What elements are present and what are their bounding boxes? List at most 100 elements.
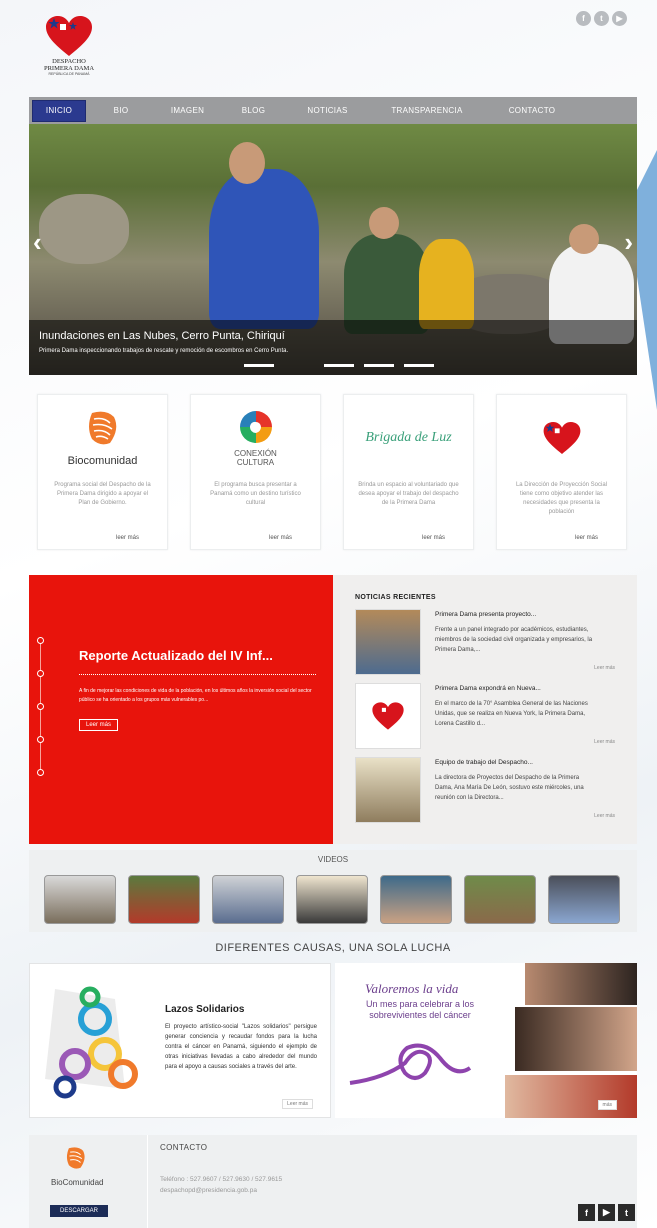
contact-info: Teléfono : 527.9607 / 527.9630 / 527.961… bbox=[160, 1174, 282, 1196]
news-item[interactable]: Primera Dama expondrá en Nueva... En el … bbox=[355, 683, 625, 751]
news-panel: NOTICIAS RECIENTES Primera Dama presenta… bbox=[333, 575, 637, 844]
valor-photo bbox=[525, 963, 637, 1005]
valor-title: Valoremos la vida bbox=[365, 981, 459, 996]
valoremos-card[interactable]: Valoremos la vida Un mes para celebrar a… bbox=[335, 963, 637, 1118]
nav-item-blog[interactable]: BLOG bbox=[219, 97, 288, 124]
program-cards: Biocomunidad Programa social del Despach… bbox=[37, 394, 637, 550]
card-read-more[interactable]: leer más bbox=[116, 535, 139, 541]
card-read-more[interactable]: leer más bbox=[422, 535, 445, 541]
video-thumb[interactable] bbox=[296, 875, 368, 924]
lazos-solidarios-card[interactable]: Lazos Solidarios El proyecto artístico-s… bbox=[29, 963, 331, 1118]
news-thumb[interactable] bbox=[355, 757, 421, 823]
card-read-more[interactable]: leer más bbox=[269, 535, 292, 541]
footer-logo[interactable]: BioComunidad bbox=[51, 1145, 104, 1187]
card-conexion-cultura[interactable]: CONEXIÓN CULTURA El programa busca prese… bbox=[190, 394, 321, 550]
news-title[interactable]: Equipo de trabajo del Despacho... bbox=[435, 759, 533, 766]
facebook-icon[interactable]: f bbox=[578, 1204, 595, 1221]
slider-photo-head bbox=[569, 224, 599, 254]
hero-slider[interactable]: ‹ › Inundaciones en Las Nubes, Cerro Pun… bbox=[29, 124, 637, 375]
news-item[interactable]: Equipo de trabajo del Despacho... La dir… bbox=[355, 757, 625, 825]
slider-dot[interactable] bbox=[364, 364, 394, 367]
news-title[interactable]: Primera Dama expondrá en Nueva... bbox=[435, 685, 541, 692]
valor-read-more[interactable]: más bbox=[597, 1100, 617, 1110]
slider-photo-head bbox=[229, 142, 265, 184]
valor-text: Un mes para celebrar a los sobreviviente… bbox=[365, 999, 475, 1020]
footer: BioComunidad DESCARGAR CONTACTO Teléfono… bbox=[29, 1135, 637, 1228]
twitter-icon[interactable]: t bbox=[618, 1204, 635, 1221]
nav-item-bio[interactable]: BIO bbox=[86, 97, 156, 124]
video-thumb[interactable] bbox=[380, 875, 452, 924]
contact-email[interactable]: despachopd@presidencia.gob.pa bbox=[160, 1185, 282, 1196]
lazos-art-icon bbox=[45, 986, 138, 1099]
video-thumb[interactable] bbox=[212, 875, 284, 924]
news-title[interactable]: Primera Dama presenta proyecto... bbox=[435, 611, 536, 618]
site-logo[interactable]: DESPACHO PRIMERA DAMA REPÚBLICA DE PANAM… bbox=[39, 14, 99, 84]
slider-photo-head bbox=[369, 207, 399, 239]
timeline-dot[interactable] bbox=[37, 637, 44, 644]
nav-item-inicio[interactable]: INICIO bbox=[32, 99, 86, 122]
news-read-more[interactable]: Leer más bbox=[594, 813, 615, 819]
timeline-dot[interactable] bbox=[37, 736, 44, 743]
slider-title: Inundaciones en Las Nubes, Cerro Punta, … bbox=[39, 330, 285, 342]
causas-heading: DIFERENTES CAUSAS, UNA SOLA LUCHA bbox=[215, 942, 451, 954]
heart-logo-icon bbox=[543, 422, 580, 454]
news-thumb[interactable] bbox=[355, 609, 421, 675]
card-brigada-de-luz[interactable]: Brigada de Luz Brinda un espacio al volu… bbox=[343, 394, 474, 550]
news-thumb[interactable] bbox=[355, 683, 421, 749]
timeline-dot[interactable] bbox=[37, 670, 44, 677]
youtube-icon[interactable]: ▶ bbox=[612, 11, 627, 26]
informe-text: A fin de mejorar las condiciones de vida… bbox=[79, 688, 312, 703]
download-button[interactable]: DESCARGAR bbox=[50, 1205, 108, 1217]
heart-logo-icon bbox=[372, 702, 404, 730]
slider-dot[interactable] bbox=[324, 364, 354, 367]
news-item[interactable]: Primera Dama presenta proyecto... Frente… bbox=[355, 609, 625, 677]
biocomunidad-icon bbox=[66, 1147, 85, 1169]
slider-prev-icon[interactable]: ‹ bbox=[33, 227, 42, 258]
video-thumb[interactable] bbox=[548, 875, 620, 924]
video-thumb[interactable] bbox=[44, 875, 116, 924]
video-thumb[interactable] bbox=[464, 875, 536, 924]
card-read-more[interactable]: leer más bbox=[575, 535, 598, 541]
valor-photo bbox=[515, 1007, 637, 1071]
twitter-icon[interactable]: t bbox=[594, 11, 609, 26]
news-desc: En el marco de la 70° Asamblea General d… bbox=[435, 701, 588, 727]
logo-line1: DESPACHO bbox=[52, 58, 86, 65]
ribbon-heart-icon bbox=[349, 1043, 472, 1085]
biocomunidad-icon bbox=[88, 411, 116, 445]
footer-brand: BioComunidad bbox=[51, 1178, 104, 1187]
contact-phone: Teléfono : 527.9607 / 527.9630 / 527.961… bbox=[160, 1176, 283, 1183]
slider-next-icon[interactable]: › bbox=[624, 227, 633, 258]
news-read-more[interactable]: Leer más bbox=[594, 665, 615, 671]
card-logo bbox=[497, 403, 626, 473]
lazos-title: Lazos Solidarios bbox=[165, 1004, 245, 1015]
youtube-icon[interactable]: ▶ bbox=[598, 1204, 615, 1221]
video-thumb[interactable] bbox=[128, 875, 200, 924]
lazos-read-more[interactable]: Leer más bbox=[282, 1099, 313, 1109]
nav-item-transparencia[interactable]: TRANSPARENCIA bbox=[367, 97, 487, 124]
videos-row bbox=[44, 875, 620, 924]
facebook-icon[interactable]: f bbox=[576, 11, 591, 26]
nav-item-contacto[interactable]: CONTACTO bbox=[487, 97, 577, 124]
card-desc: Programa social del Despacho de la Prime… bbox=[54, 482, 151, 506]
slider-dot[interactable] bbox=[404, 364, 434, 367]
timeline-dot[interactable] bbox=[37, 769, 44, 776]
videos-heading: VIDEOS bbox=[317, 855, 349, 864]
slider-dot[interactable] bbox=[284, 364, 314, 367]
card-biocomunidad[interactable]: Biocomunidad Programa social del Despach… bbox=[37, 394, 168, 550]
card-desc: La Dirección de Proyección Social tiene … bbox=[515, 482, 608, 515]
videos-section: VIDEOS bbox=[29, 850, 637, 932]
card-proyeccion-social[interactable]: La Dirección de Proyección Social tiene … bbox=[496, 394, 627, 550]
slider-dot[interactable] bbox=[244, 364, 274, 367]
logo-line2: PRIMERA DAMA bbox=[43, 65, 95, 72]
nav-item-imagen[interactable]: IMAGEN bbox=[156, 97, 219, 124]
card-name: Brigada de Luz bbox=[365, 430, 452, 445]
contact-heading: CONTACTO bbox=[160, 1143, 208, 1152]
informe-panel: Reporte Actualizado del IV Inf... A fin … bbox=[29, 575, 333, 844]
news-heading: NOTICIAS RECIENTES bbox=[355, 594, 436, 601]
informe-read-more-button[interactable]: Leer más bbox=[79, 719, 119, 731]
news-read-more[interactable]: Leer más bbox=[594, 739, 615, 745]
timeline-dot[interactable] bbox=[37, 703, 44, 710]
slider-photo-person bbox=[344, 234, 429, 334]
heart-logo-icon bbox=[46, 16, 92, 56]
nav-item-noticias[interactable]: NOTICIAS bbox=[288, 97, 367, 124]
